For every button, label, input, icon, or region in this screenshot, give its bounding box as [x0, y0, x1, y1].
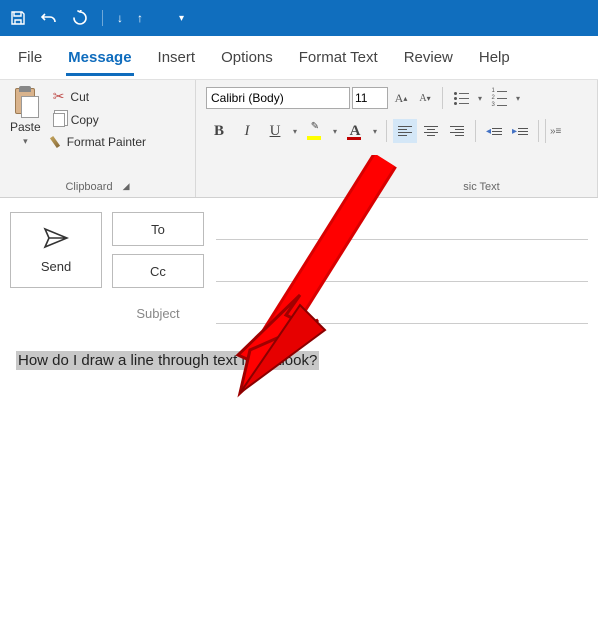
- align-center-button[interactable]: [419, 119, 443, 143]
- separator: [475, 120, 476, 142]
- more-formatting-button[interactable]: »≡: [545, 119, 565, 143]
- compose-area: Send To Cc Subject How do I draw a line …: [0, 198, 598, 370]
- align-left-button[interactable]: [393, 119, 417, 143]
- ribbon: Paste ▾ ✂ Cut Copy Format Painter Clipb: [0, 80, 598, 198]
- decrease-indent-icon: ◂: [486, 126, 502, 137]
- separator: [538, 120, 539, 142]
- group-clipboard: Paste ▾ ✂ Cut Copy Format Painter Clipb: [0, 80, 196, 197]
- bullets-dropdown[interactable]: ▾: [475, 94, 485, 103]
- to-button[interactable]: To: [112, 212, 204, 246]
- separator: [102, 10, 103, 26]
- paste-icon: [11, 86, 39, 118]
- tab-review[interactable]: Review: [402, 39, 455, 76]
- shrink-font-button[interactable]: A▾: [414, 87, 436, 109]
- font-color-button[interactable]: A: [342, 118, 368, 144]
- paste-button[interactable]: Paste ▾: [10, 86, 41, 151]
- copy-icon: [53, 113, 65, 127]
- paste-label: Paste: [10, 120, 41, 134]
- selected-text[interactable]: How do I draw a line through text in Out…: [16, 351, 319, 370]
- to-field[interactable]: [216, 218, 588, 240]
- ribbon-tabs: File Message Insert Options Format Text …: [0, 36, 598, 80]
- tab-format-text[interactable]: Format Text: [297, 39, 380, 76]
- message-body[interactable]: How do I draw a line through text in Out…: [10, 330, 588, 370]
- decrease-indent-button[interactable]: ◂: [482, 119, 506, 143]
- save-icon[interactable]: [10, 10, 26, 26]
- quick-access-toolbar: ↓ ↑ ▾: [0, 0, 598, 36]
- format-painter-button[interactable]: Format Painter: [49, 133, 150, 151]
- cut-label: Cut: [70, 90, 89, 104]
- separator: [386, 120, 387, 142]
- align-left-icon: [398, 126, 412, 136]
- tab-file[interactable]: File: [16, 39, 44, 76]
- group-basic-text: A▴ A▾ ▾ 1 2 3: [196, 80, 598, 197]
- down-icon[interactable]: ↓: [117, 11, 123, 25]
- cc-field[interactable]: [216, 260, 588, 282]
- brush-icon: [50, 136, 60, 148]
- underline-dropdown[interactable]: ▾: [290, 127, 300, 136]
- font-size-select[interactable]: [352, 87, 388, 109]
- tab-help[interactable]: Help: [477, 39, 512, 76]
- align-right-button[interactable]: [445, 119, 469, 143]
- font-color-dropdown[interactable]: ▾: [370, 127, 380, 136]
- bold-button[interactable]: B: [206, 118, 232, 144]
- italic-button[interactable]: I: [234, 118, 260, 144]
- up-icon[interactable]: ↑: [137, 11, 143, 25]
- grow-font-button[interactable]: A▴: [390, 87, 412, 109]
- basic-text-group-label: sic Text: [463, 179, 499, 193]
- clipboard-dialog-launcher-icon[interactable]: ◢: [123, 181, 130, 192]
- scissors-icon: ✂: [53, 88, 65, 105]
- align-right-icon: [450, 126, 464, 136]
- copy-label: Copy: [71, 113, 99, 127]
- subject-label: Subject: [112, 306, 204, 321]
- subject-field[interactable]: [216, 302, 588, 324]
- separator: [442, 87, 443, 109]
- numbering-dropdown[interactable]: ▾: [513, 94, 523, 103]
- font-name-select[interactable]: [206, 87, 350, 109]
- highlight-button[interactable]: ✎: [302, 118, 328, 144]
- format-painter-label: Format Painter: [67, 135, 146, 149]
- cc-button[interactable]: Cc: [112, 254, 204, 288]
- undo-icon[interactable]: [40, 10, 58, 26]
- copy-button[interactable]: Copy: [49, 111, 150, 129]
- underline-button[interactable]: U: [262, 118, 288, 144]
- send-label: Send: [41, 259, 71, 274]
- send-icon: [43, 227, 69, 255]
- redo-icon[interactable]: [72, 10, 88, 26]
- numbering-button[interactable]: 1 2 3: [487, 86, 511, 110]
- increase-indent-icon: ▸: [512, 126, 528, 137]
- bullets-button[interactable]: [449, 86, 473, 110]
- highlight-dropdown[interactable]: ▾: [330, 127, 340, 136]
- clipboard-group-label: Clipboard: [65, 179, 112, 193]
- numbering-icon: 1 2 3: [492, 89, 507, 108]
- tab-options[interactable]: Options: [219, 39, 275, 76]
- tab-message[interactable]: Message: [66, 39, 133, 76]
- align-center-icon: [424, 126, 438, 136]
- send-button[interactable]: Send: [10, 212, 102, 288]
- tab-insert[interactable]: Insert: [156, 39, 198, 76]
- cut-button[interactable]: ✂ Cut: [49, 86, 150, 107]
- customize-qat-icon[interactable]: ▾: [179, 13, 184, 24]
- increase-indent-button[interactable]: ▸: [508, 119, 532, 143]
- bullets-icon: [454, 92, 469, 105]
